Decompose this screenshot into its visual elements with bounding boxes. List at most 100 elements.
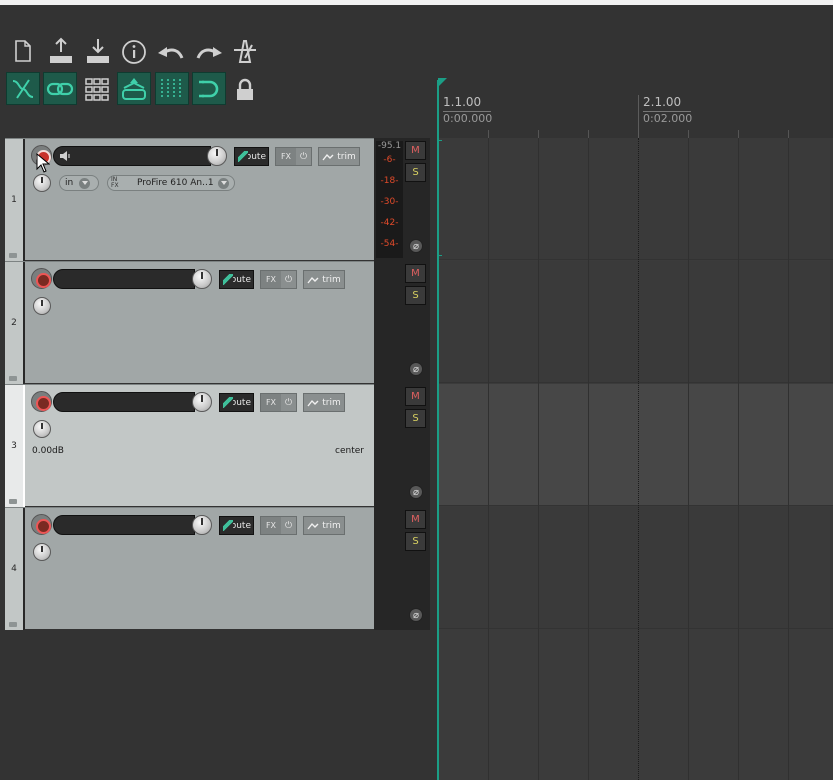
trim-button[interactable]: trim — [303, 270, 345, 289]
mute-button[interactable]: M — [405, 510, 426, 529]
metronome-icon[interactable] — [231, 37, 259, 65]
fx-bypass-icon[interactable]: ⏻ — [281, 517, 296, 534]
pan-knob[interactable] — [33, 543, 51, 561]
track-lane[interactable] — [438, 138, 833, 260]
fx-button[interactable]: FX — [261, 394, 281, 411]
trim-label: trim — [322, 520, 341, 531]
edit-cursor-head-icon[interactable] — [438, 78, 447, 87]
track-panel-4[interactable]: 4 Route FX ⏻ trim — [5, 507, 374, 630]
fx-button-group[interactable]: FX ⏻ — [260, 516, 297, 535]
folder-icon[interactable] — [9, 622, 17, 627]
record-arm-button[interactable] — [31, 514, 52, 535]
input-device-label: ProFire 610 An..1 — [137, 178, 214, 188]
trim-button[interactable]: trim — [318, 147, 360, 166]
mute-button[interactable]: M — [405, 387, 426, 406]
solo-button[interactable]: S — [405, 163, 426, 182]
grid-lines-icon[interactable] — [155, 72, 189, 105]
redo-icon[interactable] — [195, 40, 225, 64]
meter-peak-readout[interactable]: -95.1 — [376, 141, 403, 151]
pan-knob[interactable] — [33, 297, 51, 315]
ripple-edit-icon[interactable] — [6, 72, 40, 105]
fx-button[interactable]: FX — [276, 148, 296, 165]
new-project-icon[interactable] — [10, 38, 36, 64]
track-name-field[interactable] — [53, 515, 195, 535]
timeline-ruler[interactable]: 1.1.00 0:00.000 2.1.00 0:02.000 — [438, 80, 833, 138]
phase-invert-icon[interactable]: ⌀ — [409, 362, 423, 376]
track-name-field[interactable] — [53, 146, 211, 166]
track-number-strip[interactable]: 1 — [5, 139, 25, 261]
save-project-icon[interactable] — [46, 36, 76, 66]
volume-knob[interactable] — [192, 392, 212, 412]
track-number-strip[interactable]: 4 — [5, 508, 25, 630]
grid-line — [488, 138, 489, 780]
arrange-view[interactable] — [438, 138, 833, 780]
solo-button[interactable]: S — [405, 286, 426, 305]
pan-knob[interactable] — [33, 420, 51, 438]
lock-icon[interactable] — [232, 76, 258, 104]
record-arm-button[interactable] — [31, 268, 52, 289]
grid-line — [788, 138, 789, 780]
phase-invert-icon[interactable]: ⌀ — [409, 485, 423, 499]
envelope-icon — [307, 522, 319, 529]
envelope-lock-icon[interactable] — [117, 72, 151, 105]
phase-invert-icon[interactable]: ⌀ — [409, 239, 423, 253]
record-arm-button[interactable] — [31, 391, 52, 412]
track-panel-1[interactable]: 1 Route FX ⏻ trim in IN FX ProFire 610 An… — [5, 138, 374, 261]
loop-icon[interactable] — [192, 72, 226, 105]
snap-grid-icon[interactable] — [82, 74, 112, 104]
fx-button-group[interactable]: FX ⏻ — [275, 147, 312, 166]
fx-button[interactable]: FX — [261, 517, 281, 534]
solo-button[interactable]: S — [405, 532, 426, 551]
input-mode-select[interactable]: in — [59, 175, 99, 191]
ruler-tick — [588, 130, 589, 138]
project-info-icon[interactable] — [120, 38, 148, 66]
speaker-icon — [60, 151, 70, 161]
fx-bypass-icon[interactable]: ⏻ — [281, 394, 296, 411]
input-device-select[interactable]: IN FX ProFire 610 An..1 — [107, 175, 235, 191]
route-button[interactable]: Route — [219, 516, 254, 535]
folder-icon[interactable] — [9, 376, 17, 381]
undo-icon[interactable] — [155, 40, 185, 64]
meter-scale-label: -30- — [380, 197, 399, 207]
pan-knob[interactable] — [33, 174, 51, 192]
mute-button[interactable]: M — [405, 141, 426, 160]
input-fx-label[interactable]: IN FX — [111, 177, 125, 189]
fx-button-group[interactable]: FX ⏻ — [260, 270, 297, 289]
mute-button[interactable]: M — [405, 264, 426, 283]
track-1-vu-meter[interactable]: -95.1 -6- -18- -30- -42- -54- — [376, 141, 403, 258]
track-number-strip[interactable]: 3 — [5, 385, 25, 507]
trim-button[interactable]: trim — [303, 516, 345, 535]
track-name-field[interactable] — [53, 269, 195, 289]
track-panel-3[interactable]: 3 Route FX ⏻ trim 0.00dB center — [5, 384, 374, 507]
track-panel-2[interactable]: 2 Route FX ⏻ trim — [5, 261, 374, 384]
edit-cursor[interactable] — [437, 80, 439, 780]
ruler-tick — [538, 130, 539, 138]
volume-knob[interactable] — [192, 269, 212, 289]
fx-button[interactable]: FX — [261, 271, 281, 288]
pan-readout: center — [335, 446, 364, 456]
route-button[interactable]: Route — [219, 393, 254, 412]
item-grouping-icon[interactable] — [43, 72, 77, 105]
volume-knob[interactable] — [207, 146, 227, 166]
track-number-strip[interactable]: 2 — [5, 262, 25, 384]
route-button[interactable]: Route — [234, 147, 269, 166]
track-name-field[interactable] — [53, 392, 195, 412]
volume-knob[interactable] — [192, 515, 212, 535]
ruler-bar-label: 2.1.00 — [643, 95, 682, 109]
open-project-icon[interactable] — [83, 36, 113, 66]
trim-button[interactable]: trim — [303, 393, 345, 412]
fx-button-group[interactable]: FX ⏻ — [260, 393, 297, 412]
track-lane[interactable] — [438, 384, 833, 506]
folder-icon[interactable] — [9, 253, 17, 258]
track-lane[interactable] — [438, 507, 833, 629]
track-lane[interactable] — [438, 261, 833, 383]
volume-readout: 0.00dB — [32, 446, 64, 456]
ruler-tick — [688, 130, 689, 138]
folder-icon[interactable] — [9, 499, 17, 504]
route-button[interactable]: Route — [219, 270, 254, 289]
fx-bypass-icon[interactable]: ⏻ — [281, 271, 296, 288]
phase-invert-icon[interactable]: ⌀ — [409, 608, 423, 622]
trim-label: trim — [322, 274, 341, 285]
solo-button[interactable]: S — [405, 409, 426, 428]
fx-bypass-icon[interactable]: ⏻ — [296, 148, 311, 165]
